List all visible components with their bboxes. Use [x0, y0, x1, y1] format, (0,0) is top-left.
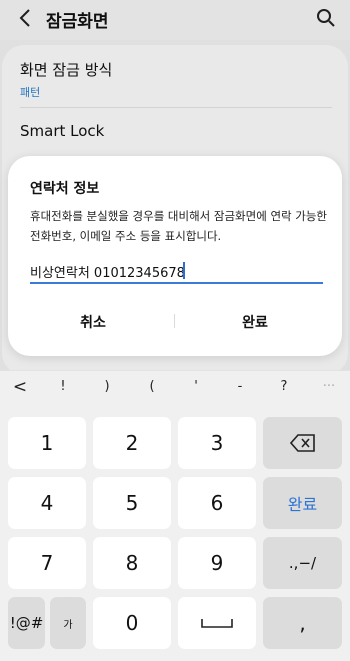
korean-mode-key[interactable]: 가: [50, 597, 86, 649]
contact-info-field[interactable]: [30, 260, 323, 284]
keyboard: < ! ) ( ' - ? ··· 1 2 3 4 5 6 완료 7 8 9 .…: [0, 370, 350, 661]
key-6[interactable]: 6: [178, 477, 256, 529]
symbol-back-icon[interactable]: <: [5, 377, 35, 399]
key-8[interactable]: 8: [93, 537, 171, 589]
space-icon: [201, 619, 233, 628]
punctuation-key[interactable]: .,−/: [263, 537, 342, 589]
key-4[interactable]: 4: [8, 477, 86, 529]
symbol-key-exclamation[interactable]: !: [48, 379, 78, 401]
symbol-key-apostrophe[interactable]: ': [181, 379, 211, 401]
key-2[interactable]: 2: [93, 417, 171, 469]
contact-info-dialog: 연락처 정보 휴대전화를 분실했을 경우를 대비해서 잠금화면에 연락 가능한 …: [8, 156, 342, 356]
done-key[interactable]: 완료: [263, 477, 342, 529]
comma-key[interactable]: ,: [263, 597, 342, 649]
key-3[interactable]: 3: [178, 417, 256, 469]
key-1[interactable]: 1: [8, 417, 86, 469]
key-0[interactable]: 0: [93, 597, 171, 649]
more-symbols-icon[interactable]: ···: [314, 379, 344, 401]
done-button[interactable]: 완료: [175, 308, 335, 338]
cancel-button[interactable]: 취소: [13, 308, 173, 338]
symbol-bar: < ! ) ( ' - ? ···: [0, 370, 350, 408]
text-cursor: [183, 262, 185, 279]
symbol-key-open-paren[interactable]: (: [137, 379, 167, 401]
backspace-icon: [289, 434, 315, 452]
key-7[interactable]: 7: [8, 537, 86, 589]
symbols-key[interactable]: !@#: [8, 597, 45, 649]
dialog-description: 휴대전화를 분실했을 경우를 대비해서 잠금화면에 연락 가능한 전화번호, 이…: [30, 209, 328, 243]
backspace-key[interactable]: [263, 417, 342, 469]
dialog-title: 연락처 정보: [30, 181, 100, 197]
symbol-key-close-paren[interactable]: ): [92, 379, 122, 401]
key-5[interactable]: 5: [93, 477, 171, 529]
symbol-key-hyphen[interactable]: -: [225, 379, 255, 401]
key-9[interactable]: 9: [178, 537, 256, 589]
contact-info-input[interactable]: [30, 260, 323, 282]
space-key[interactable]: [178, 597, 256, 649]
symbol-key-question[interactable]: ?: [269, 379, 299, 401]
